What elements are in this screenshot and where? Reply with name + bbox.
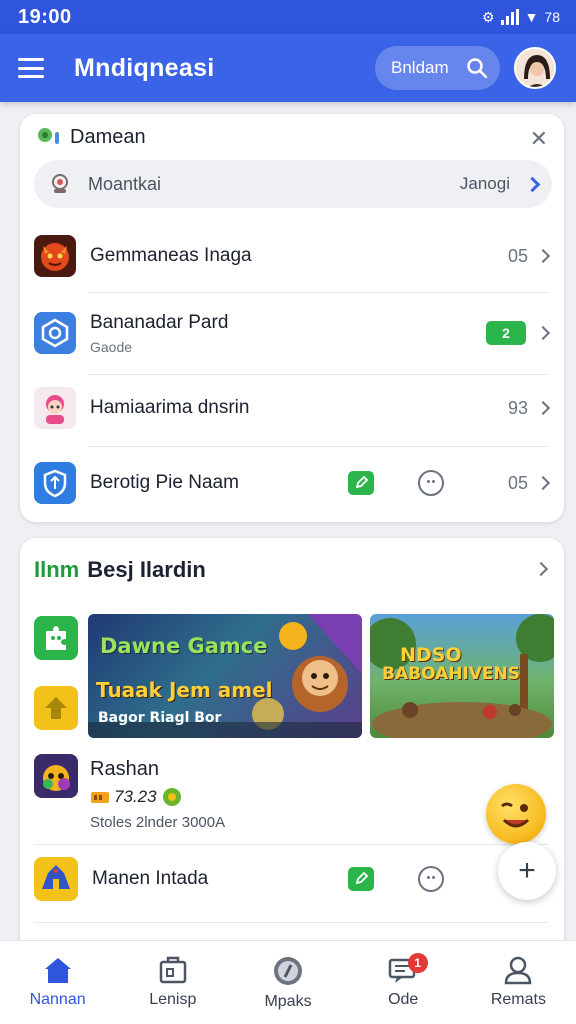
featured-banner[interactable]: Dawne Gamce Tuaak Jem amel Bagor Riagl B…: [88, 614, 362, 738]
chevron-right-icon: [535, 400, 551, 416]
section-title-text: Besj Ilardin: [87, 557, 206, 582]
banner-title: NDSO: [400, 644, 462, 666]
game-item[interactable]: Rashan 73.23 Stoles 2lnder 3000A: [34, 754, 434, 834]
wifi-icon: ▼: [524, 9, 539, 25]
winking-emoji-icon[interactable]: [486, 784, 546, 844]
app-icon: [34, 312, 76, 354]
nav-label: Ode: [388, 991, 419, 1008]
item-name: Gemmaneas Inaga: [90, 245, 252, 266]
nav-item-profile[interactable]: Remats: [461, 941, 576, 1024]
item-name: Berotig Pie Naam: [90, 472, 239, 493]
item-value: 05: [507, 472, 528, 493]
search-label: Bnldam: [391, 58, 449, 77]
list-item[interactable]: Berotig Pie Naam 05: [20, 452, 564, 514]
item-name: Manen Intada: [92, 868, 209, 889]
leaf-icon: [38, 128, 59, 144]
battery-level: 78: [544, 9, 560, 25]
chevron-right-icon: [535, 248, 551, 264]
status-time: 19:00: [18, 5, 72, 28]
list-item[interactable]: Hamiaarima dnsrin 93: [20, 378, 564, 438]
item-value: 93: [507, 397, 528, 418]
status-badge: 2: [486, 321, 526, 345]
arrow-up-icon[interactable]: [34, 686, 78, 730]
app-title: Mndiqneasi: [74, 53, 215, 82]
gear-icon: [162, 788, 181, 806]
featured-banner[interactable]: NDSO BABOAHIVENS: [370, 614, 554, 738]
nav-item-explore[interactable]: Mpaks: [230, 941, 345, 1024]
card-title: Damean: [70, 125, 146, 148]
compass-icon: [274, 957, 302, 985]
list-item[interactable]: Bananadar Pard Gaode 2: [20, 300, 564, 366]
add-button[interactable]: +: [498, 842, 556, 900]
chevron-right-icon[interactable]: [533, 561, 549, 577]
smiley-icon[interactable]: [418, 470, 444, 496]
filter-label: Moantkai: [88, 173, 162, 194]
search-button[interactable]: Bnldam: [375, 46, 500, 90]
shield-icon: [34, 462, 76, 504]
search-icon: [467, 58, 488, 79]
item-subtitle: Gaode: [90, 338, 133, 355]
chevron-right-icon: [535, 325, 551, 341]
nav-label: Mpaks: [264, 993, 312, 1010]
banner-subtitle: BABOAHIVENS: [382, 664, 521, 684]
app-bar: Mndiqneasi Bnldam: [0, 34, 576, 102]
badge-count: 2: [502, 325, 510, 341]
divider: [34, 844, 548, 845]
edit-icon[interactable]: [348, 471, 374, 495]
banner-subtitle: Tuaak Jem amel: [96, 678, 273, 702]
divider: [88, 292, 548, 293]
close-icon[interactable]: ✕: [530, 126, 548, 152]
avatar[interactable]: [514, 47, 556, 89]
game-icon: [34, 754, 78, 798]
list-item[interactable]: Gemmaneas Inaga 05: [20, 224, 564, 288]
divider: [88, 446, 548, 447]
item-value: 05: [507, 245, 528, 266]
featured-card: Damean ✕ Moantkai Janogi Gemmaneas Inaga…: [20, 114, 564, 522]
chevron-right-icon: [535, 475, 551, 491]
card-header: Damean: [20, 114, 564, 160]
puzzle-icon[interactable]: [34, 616, 78, 660]
item-name: Hamiaarima dnsrin: [90, 397, 250, 418]
home-icon: [44, 958, 71, 983]
signal-icon: [500, 9, 519, 25]
nav-item-home[interactable]: Nannan: [0, 941, 115, 1024]
list-item[interactable]: Manen Intada: [20, 850, 564, 908]
banner-title: Dawne Gamce: [100, 634, 268, 658]
game-icon: [34, 235, 76, 277]
game-rating: 73.23: [90, 786, 183, 808]
nav-item-inbox[interactable]: 1 Ode: [346, 941, 461, 1024]
plus-icon: +: [518, 854, 536, 887]
filter-value: Janogi: [459, 174, 510, 193]
banner-caption: Bagor Riagl Bor: [98, 710, 222, 726]
edit-icon[interactable]: [348, 867, 374, 891]
trophy-icon: [91, 792, 109, 803]
filter-row[interactable]: Moantkai Janogi: [34, 160, 552, 208]
rating-value: 73.23: [114, 787, 157, 806]
bottom-nav: Nannan Lenisp Mpaks 1 Ode Remats: [0, 940, 576, 1024]
nav-label: Nannan: [29, 991, 86, 1008]
nav-label: Remats: [490, 991, 546, 1008]
controller-icon: [52, 174, 68, 193]
divider: [34, 922, 548, 923]
nav-label: Lenisp: [149, 991, 197, 1008]
menu-icon[interactable]: [18, 58, 44, 78]
game-subtitle: Stoles 2lnder 3000A: [90, 814, 226, 831]
section-title: Ilnm Besj Ilardin: [34, 552, 206, 588]
library-icon: [159, 956, 187, 984]
game-name: Rashan: [90, 758, 159, 780]
character-icon: [34, 387, 76, 429]
profile-icon: [505, 956, 532, 985]
nav-item-library[interactable]: Lenisp: [115, 941, 230, 1024]
smiley-icon[interactable]: [418, 866, 444, 892]
settings-icon: ⚙: [482, 8, 495, 25]
games-card: Ilnm Besj Ilardin Dawne Gamce Tuaak Jem …: [20, 538, 564, 958]
castle-icon: [34, 857, 78, 901]
chevron-right-icon: [524, 176, 541, 192]
item-name: Bananadar Pard: [90, 311, 229, 333]
section-title-accent: Ilnm: [34, 557, 80, 582]
status-icons: ⚙ ▼ 78: [482, 9, 560, 26]
notification-badge: 1: [407, 953, 428, 973]
divider: [88, 374, 548, 375]
status-bar: 19:00 ⚙ ▼ 78: [0, 0, 576, 34]
